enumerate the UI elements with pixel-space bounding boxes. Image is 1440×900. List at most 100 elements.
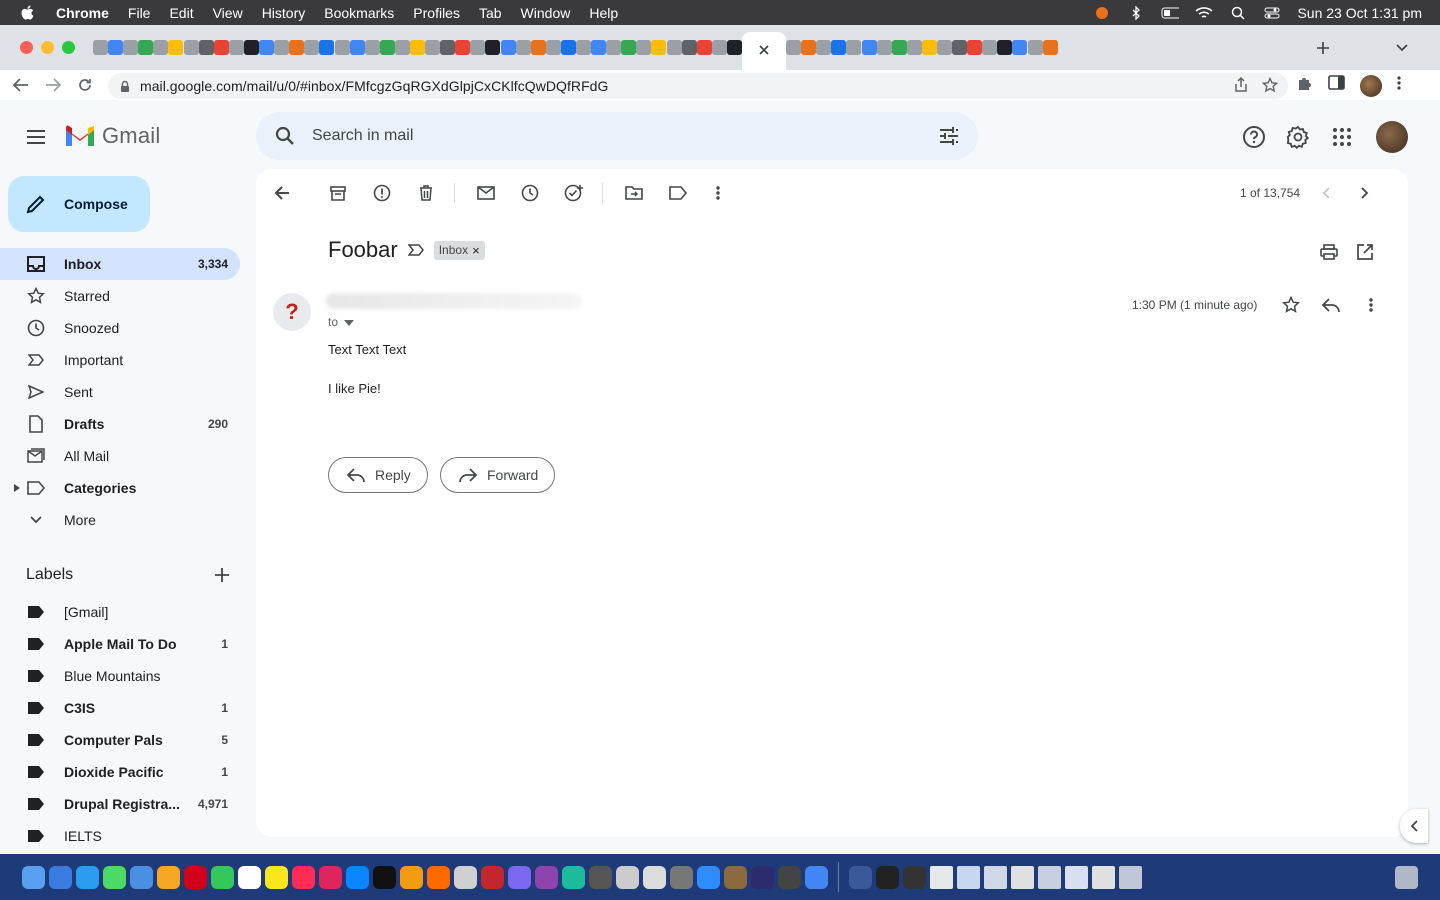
dock-app-icon[interactable] bbox=[805, 865, 828, 889]
tab-favicon-icon[interactable] bbox=[560, 40, 576, 55]
tab-favicon-icon[interactable] bbox=[876, 40, 892, 55]
sidebar-item-starred[interactable]: Starred bbox=[0, 280, 240, 312]
delete-trash-icon[interactable] bbox=[414, 181, 438, 205]
tab-favicon-icon[interactable] bbox=[349, 40, 365, 55]
tab-favicon-icon[interactable] bbox=[846, 40, 862, 55]
back-icon[interactable] bbox=[10, 74, 32, 96]
status-app-icon[interactable] bbox=[1093, 6, 1111, 20]
reply-icon[interactable] bbox=[1319, 293, 1343, 317]
tab-favicon-icon[interactable] bbox=[681, 40, 697, 55]
newer-chevron-left-icon[interactable] bbox=[1314, 181, 1338, 205]
dock-app-icon[interactable] bbox=[751, 865, 774, 889]
dock-app-icon[interactable] bbox=[616, 865, 639, 889]
open-new-window-icon[interactable] bbox=[1354, 241, 1376, 263]
tab-favicon-icon[interactable] bbox=[138, 40, 154, 55]
dock-app-icon[interactable] bbox=[643, 865, 666, 889]
tab-favicon-icon[interactable] bbox=[952, 40, 968, 55]
menu-edit[interactable]: Edit bbox=[169, 5, 193, 21]
tab-favicon-icon[interactable] bbox=[108, 40, 124, 55]
tab-favicon-icon[interactable] bbox=[530, 40, 546, 55]
tab-favicon-icon[interactable] bbox=[243, 40, 259, 55]
search-options-icon[interactable] bbox=[938, 125, 960, 147]
menu-view[interactable]: View bbox=[213, 5, 243, 21]
tab-favicon-icon[interactable] bbox=[545, 40, 561, 55]
tab-favicon-icon[interactable] bbox=[906, 40, 922, 55]
dock-document-icon[interactable] bbox=[1038, 865, 1061, 889]
tab-favicon-icon[interactable] bbox=[891, 40, 907, 55]
dock-app-icon[interactable] bbox=[535, 865, 558, 889]
menu-profiles[interactable]: Profiles bbox=[413, 5, 460, 21]
label-item[interactable]: IELTS bbox=[0, 820, 240, 852]
tab-favicon-icon[interactable] bbox=[636, 40, 652, 55]
tab-favicon-icon[interactable] bbox=[213, 40, 229, 55]
tab-favicon-icon[interactable] bbox=[576, 40, 591, 55]
sidebar-item-more[interactable]: More bbox=[0, 504, 240, 536]
tab-favicon-icon[interactable] bbox=[666, 40, 682, 55]
search-bar[interactable]: Search in mail bbox=[256, 112, 978, 160]
dock-app-icon[interactable] bbox=[157, 865, 180, 889]
spotlight-search-icon[interactable] bbox=[1229, 6, 1247, 20]
tab-favicon-icon[interactable] bbox=[982, 40, 998, 55]
menu-app-name[interactable]: Chrome bbox=[56, 5, 109, 21]
trash-icon[interactable] bbox=[1395, 865, 1418, 889]
tab-favicon-icon[interactable] bbox=[967, 40, 983, 55]
tab-favicon-icon[interactable] bbox=[1012, 40, 1028, 55]
bookmark-star-icon[interactable] bbox=[1261, 76, 1279, 96]
dock-app-icon[interactable] bbox=[400, 865, 423, 889]
dock-app-icon[interactable] bbox=[184, 865, 207, 889]
dock-app-icon[interactable] bbox=[481, 865, 504, 889]
tab-favicon-icon[interactable] bbox=[591, 40, 607, 55]
tab-favicon-icon[interactable] bbox=[153, 40, 169, 55]
side-panel-icon[interactable] bbox=[1328, 75, 1346, 96]
main-menu-icon[interactable] bbox=[20, 125, 52, 149]
tab-favicon-icon[interactable] bbox=[228, 40, 244, 55]
battery-icon[interactable] bbox=[1161, 6, 1180, 20]
dock-app-icon[interactable] bbox=[292, 865, 315, 889]
dock-app-icon[interactable] bbox=[373, 865, 396, 889]
older-chevron-right-icon[interactable] bbox=[1353, 181, 1377, 205]
dock-app-icon[interactable] bbox=[22, 865, 45, 889]
tab-favicon-icon[interactable] bbox=[801, 40, 817, 55]
label-item[interactable]: Apple Mail To Do 1 bbox=[0, 628, 240, 660]
dock-app-icon[interactable] bbox=[346, 865, 369, 889]
tab-favicon-icon[interactable] bbox=[696, 40, 712, 55]
tab-favicon-icon[interactable] bbox=[183, 40, 199, 55]
dock-app-icon[interactable] bbox=[76, 865, 99, 889]
label-item[interactable]: Blue Mountains bbox=[0, 660, 240, 692]
tab-favicon-icon[interactable] bbox=[334, 40, 350, 55]
dock-document-icon[interactable] bbox=[1011, 865, 1034, 889]
forward-button[interactable]: Forward bbox=[440, 457, 556, 493]
menu-file[interactable]: File bbox=[128, 5, 151, 21]
menu-help[interactable]: Help bbox=[589, 5, 618, 21]
sidebar-item-important[interactable]: Important bbox=[0, 344, 240, 376]
control-center-icon[interactable] bbox=[1263, 6, 1281, 20]
tab-favicon-icon[interactable] bbox=[831, 40, 847, 55]
label-item[interactable]: Drupal Registra... 4,971 bbox=[0, 788, 240, 820]
tab-favicon-icon[interactable] bbox=[711, 40, 727, 55]
tab-favicon-icon[interactable] bbox=[485, 40, 501, 55]
message-more-icon[interactable] bbox=[1359, 293, 1383, 317]
tab-favicon-icon[interactable] bbox=[409, 40, 425, 55]
add-label-icon[interactable] bbox=[212, 565, 232, 585]
tab-favicon-icon[interactable] bbox=[123, 40, 139, 55]
sidebar-item-snoozed[interactable]: Snoozed bbox=[0, 312, 240, 344]
tab-favicon-icon[interactable] bbox=[470, 40, 486, 55]
dock-document-icon[interactable] bbox=[1065, 865, 1088, 889]
label-item[interactable]: [Gmail] bbox=[0, 596, 240, 628]
menubar-clock[interactable]: Sun 23 Oct 1:31 pm bbox=[1297, 5, 1422, 21]
dock-app-icon[interactable] bbox=[724, 865, 747, 889]
tab-favicon-icon[interactable] bbox=[786, 40, 802, 55]
close-tab-icon[interactable] bbox=[759, 42, 769, 60]
apps-grid-icon[interactable] bbox=[1328, 123, 1356, 151]
tab-favicon-icon[interactable] bbox=[921, 40, 937, 55]
tab-favicon-icon[interactable] bbox=[379, 40, 395, 55]
address-bar[interactable]: mail.google.com/mail/u/0/#inbox/FMfcgzGq… bbox=[108, 73, 1288, 99]
sidebar-item-drafts[interactable]: Drafts 290 bbox=[0, 408, 240, 440]
reply-button[interactable]: Reply bbox=[328, 457, 428, 493]
menu-window[interactable]: Window bbox=[521, 5, 571, 21]
gmail-logo[interactable]: Gmail bbox=[64, 123, 160, 149]
dock-app-icon[interactable] bbox=[211, 865, 234, 889]
tab-favicon-icon[interactable] bbox=[440, 40, 456, 55]
dock-app-icon[interactable] bbox=[670, 865, 693, 889]
sidebar-item-categories[interactable]: Categories bbox=[0, 472, 240, 504]
